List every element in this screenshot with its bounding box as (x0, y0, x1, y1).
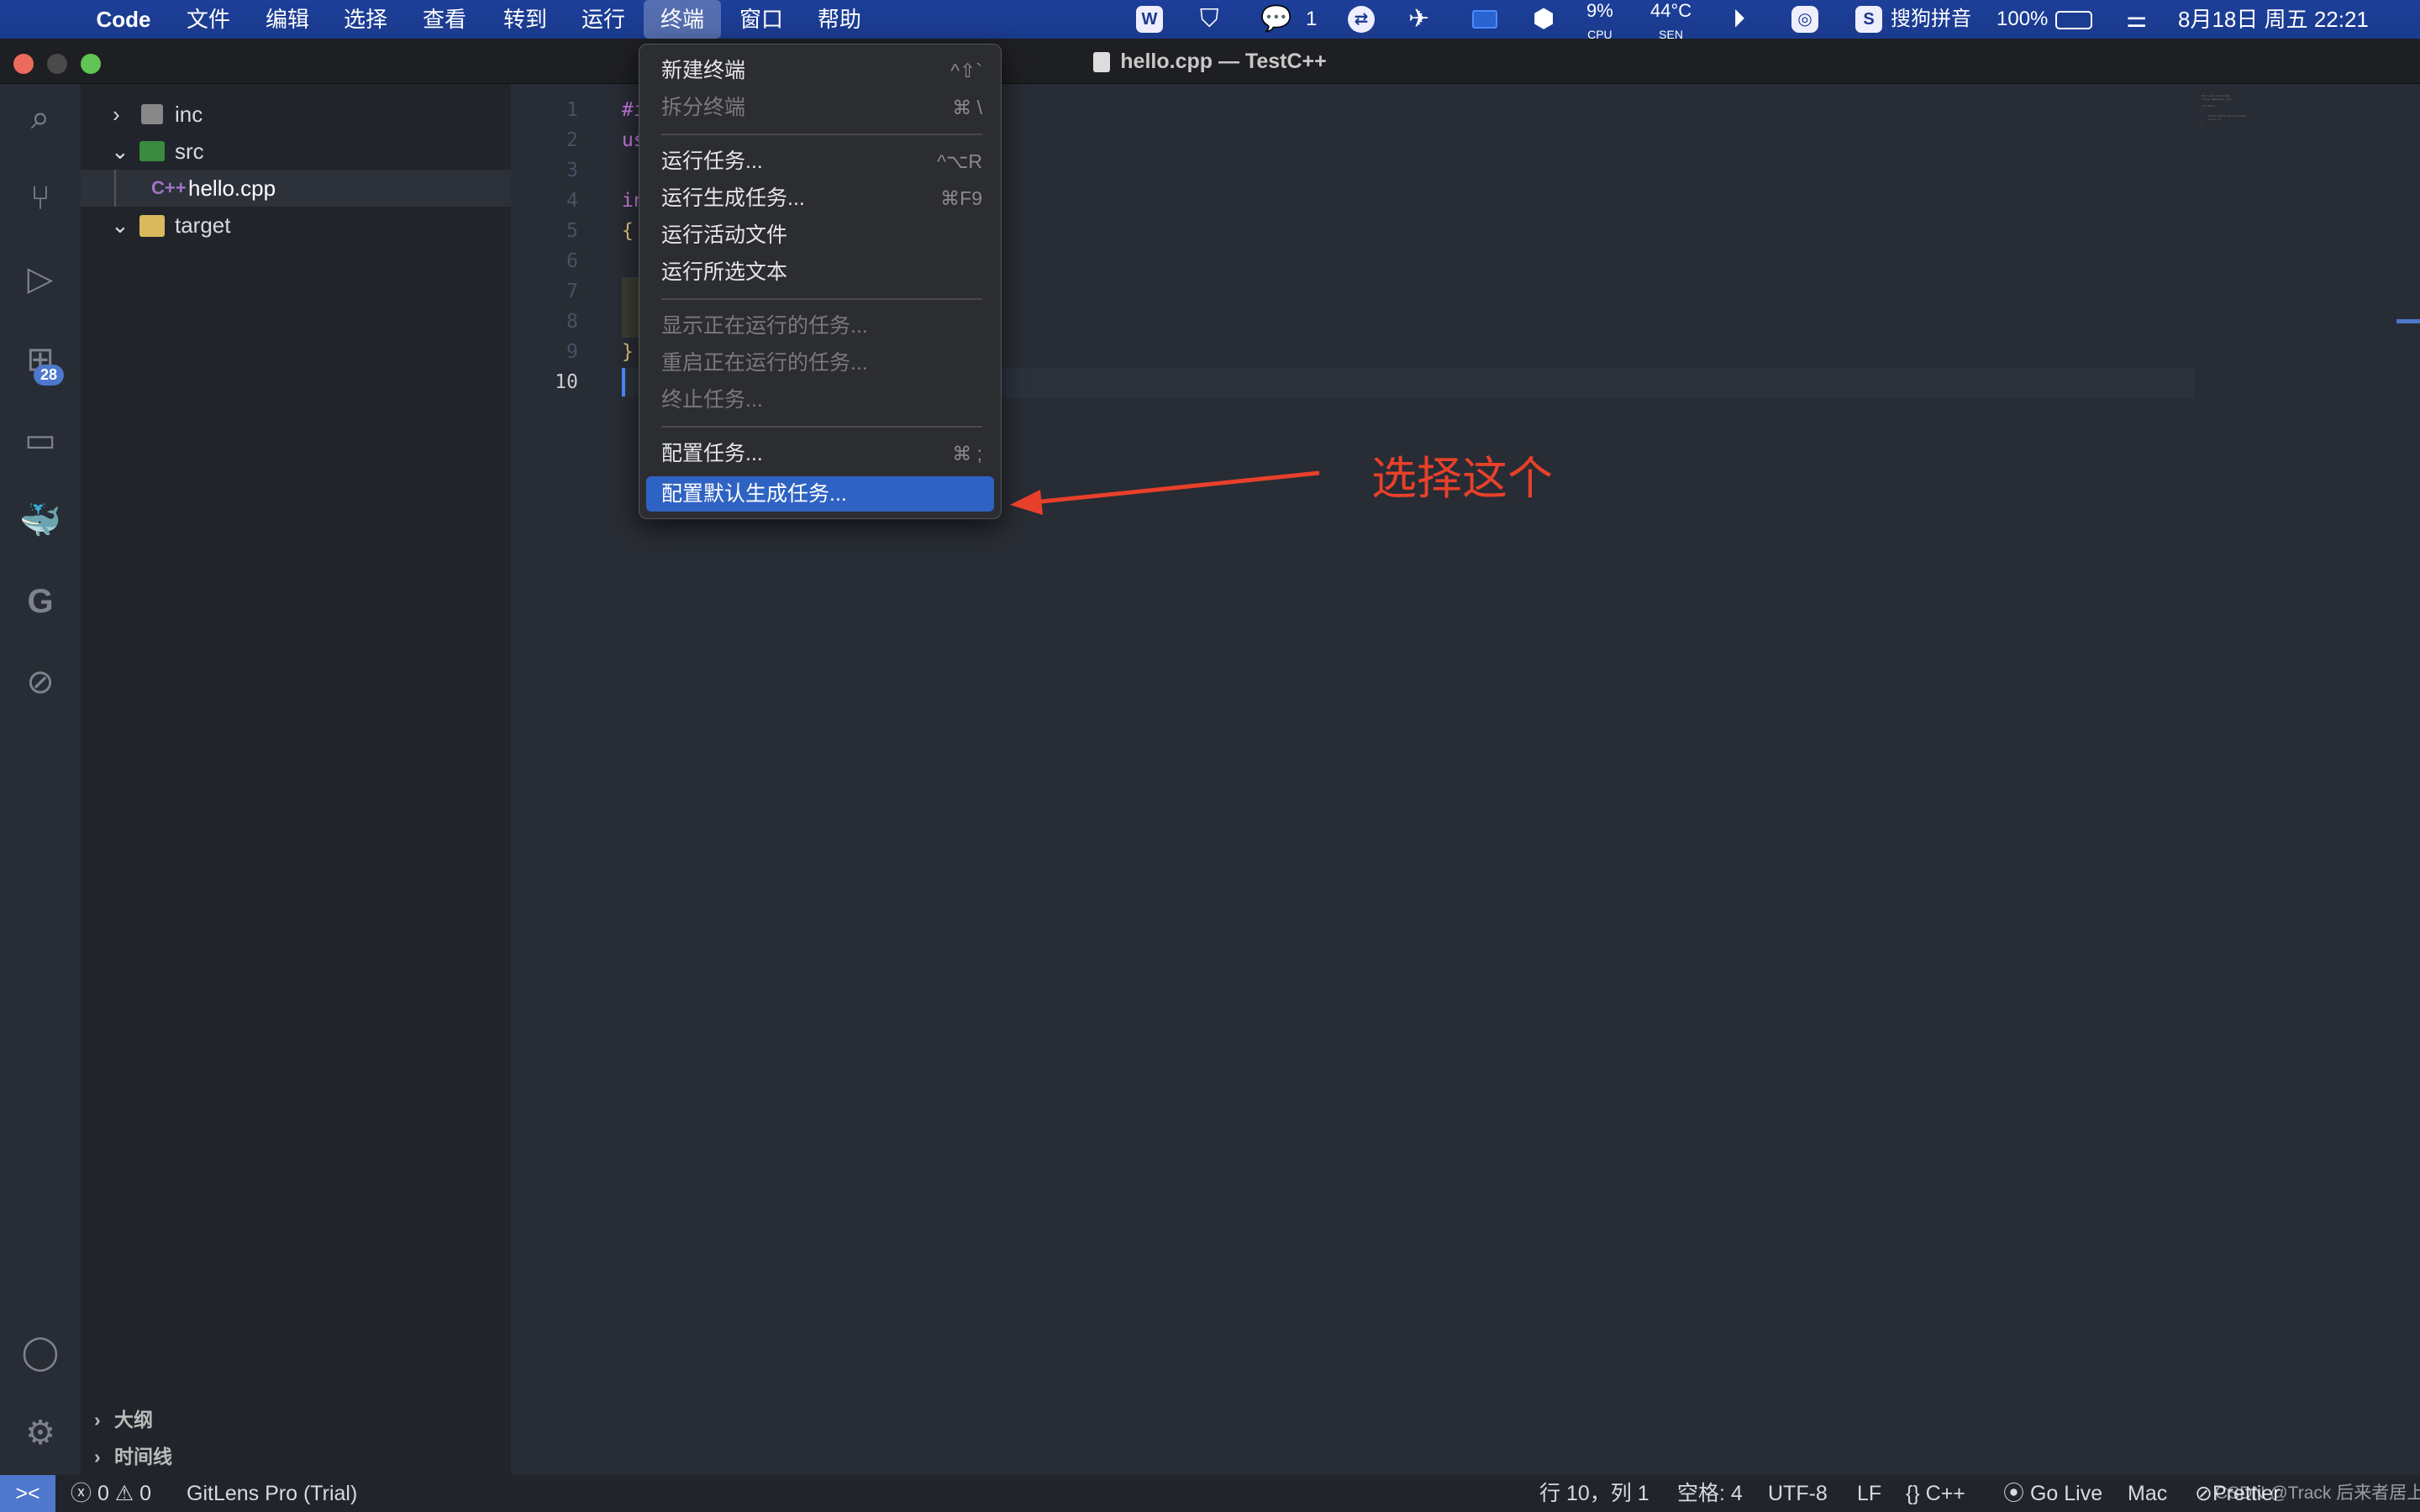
encoding[interactable]: UTF-8 (1768, 1475, 1828, 1512)
braces-icon: {} (1906, 1482, 1926, 1505)
language-mode[interactable]: {} C++ (1906, 1475, 1965, 1512)
line-ending[interactable]: LF (1857, 1475, 1881, 1512)
watermark: CSDN @Track 后来者居上 (2215, 1483, 2420, 1503)
prettier-disabled-icon: ⊘ (2195, 1482, 2212, 1505)
go-live-label: Go Live (2029, 1482, 2103, 1505)
error-count: 0 (97, 1482, 109, 1505)
warning-count: 0 (139, 1482, 152, 1505)
platform[interactable]: Mac (2128, 1475, 2167, 1512)
indentation[interactable]: 空格: 4 (1677, 1475, 1743, 1512)
language-label: C++ (1925, 1482, 1965, 1505)
annotation-arrow (1010, 470, 1320, 515)
cursor-position[interactable]: 行 10，列 1 (1539, 1475, 1649, 1512)
remote-indicator-icon[interactable]: >< (0, 1475, 55, 1512)
warning-icon: ⚠ (108, 1482, 140, 1505)
gitlens-status[interactable]: GitLens Pro (Trial) (187, 1475, 357, 1512)
problems-indicator[interactable]: ⓧ 0 ⚠ 0 (71, 1475, 151, 1512)
arrow-shaft (1033, 470, 1320, 505)
annotation-text: 选择这个 (1371, 452, 1553, 505)
go-live-button[interactable]: ⦿ Go Live (2003, 1475, 2102, 1512)
arrow-head (1010, 490, 1043, 515)
error-icon: ⓧ (71, 1482, 97, 1505)
broadcast-icon: ⦿ (2003, 1482, 2030, 1505)
status-bar: >< ⓧ 0 ⚠ 0 GitLens Pro (Trial) 行 10，列 1 … (0, 1475, 2420, 1512)
